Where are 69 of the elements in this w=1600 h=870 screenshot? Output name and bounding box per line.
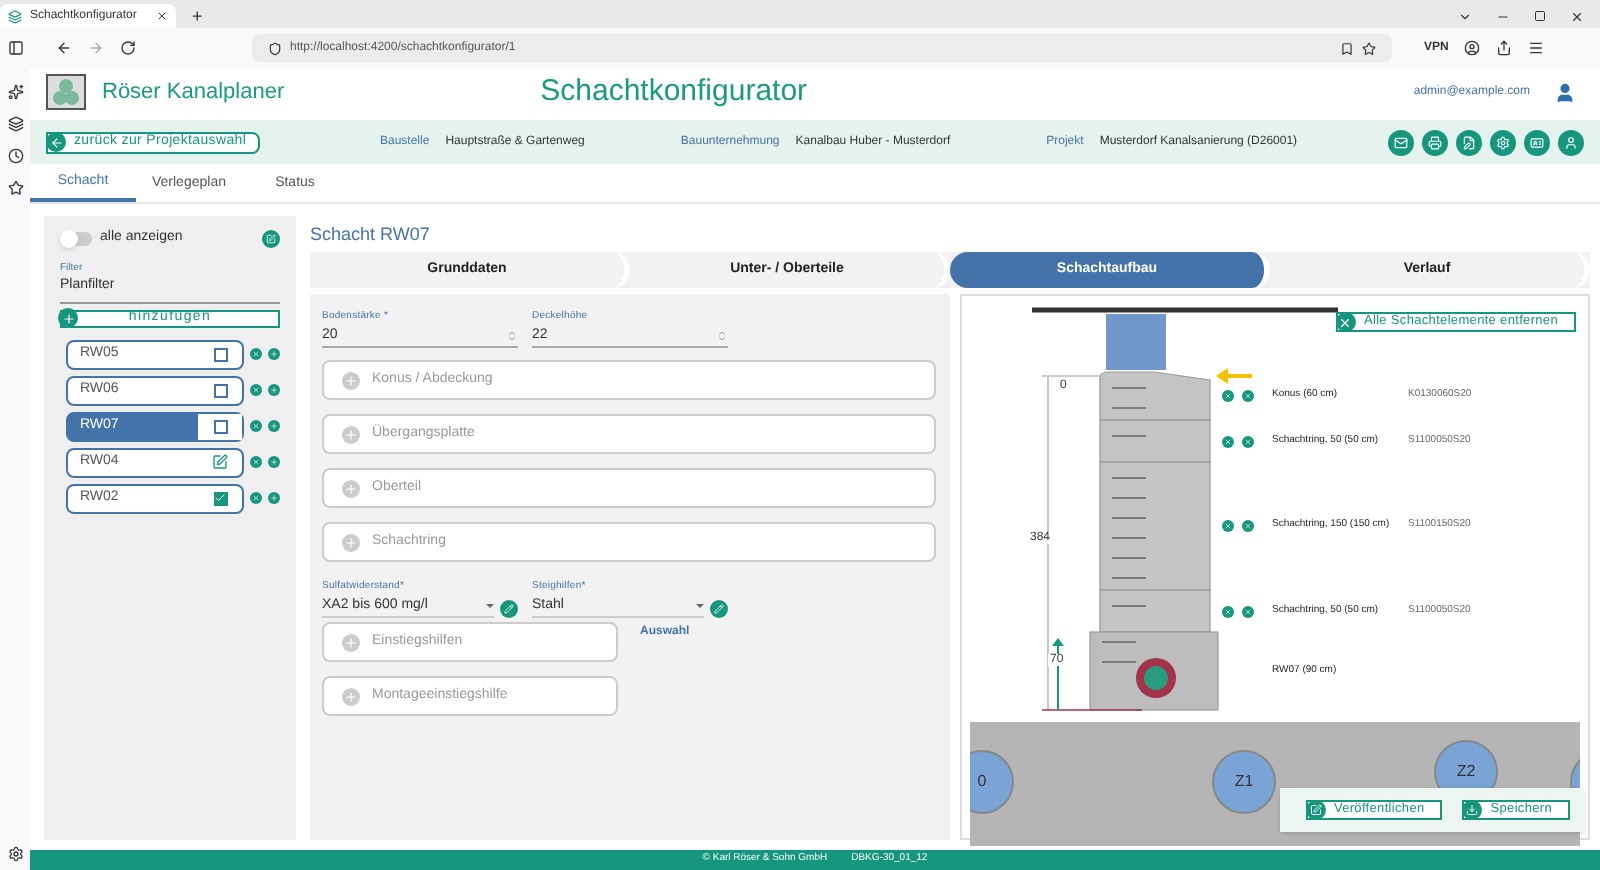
edit-icon[interactable] [262,229,280,248]
delete-icon[interactable] [250,492,262,504]
account-icon[interactable] [1464,40,1481,56]
edit-icon [1309,804,1322,816]
sidebar-icon[interactable] [8,40,24,56]
edit-icon[interactable] [710,600,728,618]
share-icon[interactable] [1496,40,1513,56]
remove-icon[interactable] [1242,390,1254,402]
remove-icon[interactable] [1222,390,1234,402]
arrow-icon [1216,368,1252,384]
back-icon[interactable] [56,40,72,56]
checkbox[interactable] [213,419,227,433]
page-title: Schachtkonfigurator [540,71,808,112]
close-icon[interactable] [156,10,168,22]
delete-icon[interactable] [250,420,262,432]
base-segment [1089,631,1219,711]
delete-icon[interactable] [250,456,262,468]
bookmark-icon[interactable] [1340,41,1354,55]
new-tab-button[interactable]: + [176,4,219,28]
printer-icon[interactable] [1422,129,1448,155]
forward-icon[interactable] [88,40,104,56]
delete-icon[interactable] [250,384,262,396]
plus-icon [61,311,75,325]
remove-icon[interactable] [1242,520,1254,532]
app-logo-icon [46,74,86,110]
plus-icon [344,689,358,703]
delete-icon[interactable] [250,348,262,360]
plus-icon [344,373,358,387]
edit-icon[interactable] [500,600,518,618]
close-icon [1338,315,1353,329]
history-icon[interactable] [7,148,23,164]
star-icon[interactable] [7,180,23,196]
cone-segment [1099,371,1211,421]
arrow-left-icon [49,135,63,149]
toggle-switch[interactable] [60,231,92,246]
download-icon [1466,804,1479,816]
settings-icon[interactable] [7,846,23,862]
checkbox[interactable] [213,383,227,397]
checkbox[interactable] [213,347,227,361]
star-icon[interactable] [1362,41,1376,55]
plus-icon [344,535,358,549]
edit-icon[interactable] [212,454,228,470]
mail-icon[interactable] [1388,129,1414,155]
checkbox[interactable] [213,491,227,505]
bottom-dimension [1052,638,1064,711]
edit-icon[interactable] [1456,129,1482,155]
close-icon[interactable] [1570,9,1584,23]
remove-icon[interactable] [1222,435,1234,447]
shield-icon [268,41,282,55]
id-card-icon[interactable] [1524,129,1550,155]
maximize-icon[interactable] [1534,10,1546,22]
shaft-title: Schacht RW07 [310,222,432,248]
remove-icon[interactable] [1242,435,1254,447]
layers-icon[interactable] [7,116,23,132]
remove-icon[interactable] [1222,520,1234,532]
remove-icon[interactable] [1242,605,1254,617]
plus-icon [344,635,358,649]
plus-icon [344,427,358,441]
sparkle-icon[interactable] [7,84,23,100]
chevron-down-icon[interactable] [1458,9,1472,23]
user-icon[interactable] [1558,129,1584,155]
manhole-cover [1106,314,1166,370]
app-name: Röser Kanalplaner [102,77,285,108]
remove-icon[interactable] [1222,605,1234,617]
app-logo-icon [8,9,22,23]
user-icon[interactable] [1554,81,1576,103]
plus-icon [344,481,358,495]
menu-icon[interactable] [1528,40,1545,56]
reload-icon[interactable] [120,40,136,56]
